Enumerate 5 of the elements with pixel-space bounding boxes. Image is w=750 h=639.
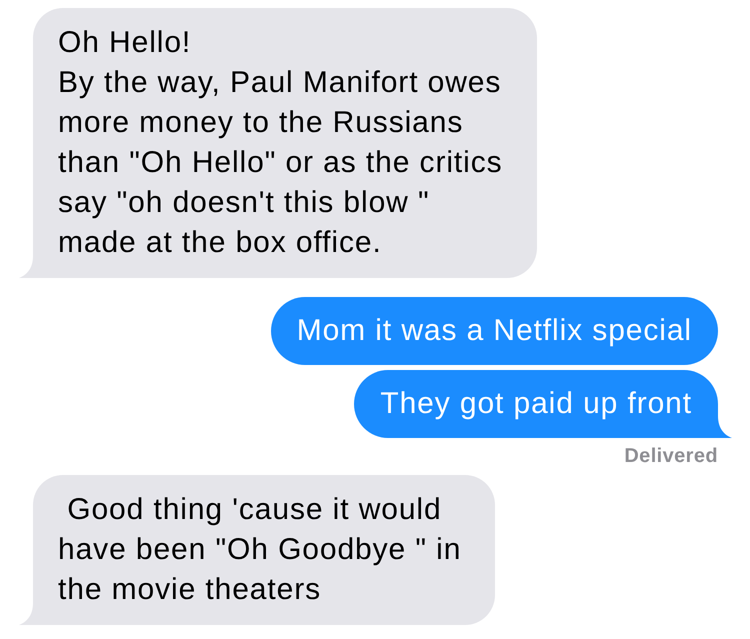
received-message-bubble: Good thing 'cause it would have been "Oh Goodbye " in the movie theaters <box>33 475 496 625</box>
received-message-bubble: Oh Hello! By the way, Paul Manifort owes more money to the Russians than "Oh Hello" or as the critics say "oh doesn't this blow " made at the box office. <box>33 8 536 278</box>
delivery-status: Delivered <box>624 444 718 468</box>
sent-message-bubble: Mom it was a Netflix special <box>270 297 718 365</box>
sent-message-bubble: They got paid up front <box>354 370 718 438</box>
